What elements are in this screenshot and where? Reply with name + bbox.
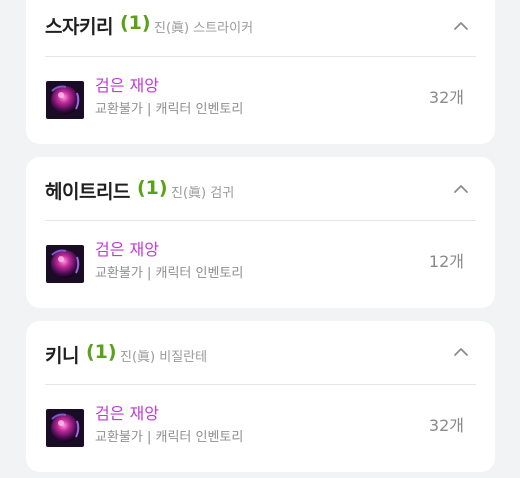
- item-row[interactable]: 검은 재앙 교환불가 | 캐릭터 인벤토리 12개: [26, 221, 495, 307]
- chevron-up-icon[interactable]: [453, 18, 469, 34]
- item-name: 검은 재앙: [95, 76, 159, 95]
- chevron-up-icon[interactable]: [453, 344, 469, 360]
- item-meta: 교환불가 | 캐릭터 인벤토리: [95, 266, 244, 281]
- character-class: 진(眞) 비질란테: [120, 350, 208, 365]
- chevron-up-icon[interactable]: [453, 181, 469, 197]
- black-calamity-orb-icon: [46, 245, 84, 283]
- black-calamity-orb-icon: [46, 81, 84, 119]
- character-header[interactable]: 키니 (1) 진(眞) 비질란테: [26, 321, 495, 384]
- character-class: 진(眞) 검귀: [171, 186, 235, 201]
- character-card: 키니 (1) 진(眞) 비질란테 검은 재앙 교환불가 | 캐릭터 인벤토리 3…: [26, 321, 495, 472]
- item-meta: 교환불가 | 캐릭터 인벤토리: [95, 430, 244, 445]
- item-name: 검은 재앙: [95, 240, 159, 259]
- character-item-count: (1): [137, 177, 168, 199]
- character-name: 헤이트리드: [45, 181, 130, 203]
- item-meta: 교환불가 | 캐릭터 인벤토리: [95, 102, 244, 117]
- item-row[interactable]: 검은 재앙 교환불가 | 캐릭터 인벤토리 32개: [26, 385, 495, 471]
- character-item-count: (1): [120, 12, 151, 34]
- character-card: 스자키리 (1) 진(眞) 스트라이커 검은 재앙 교환불가 | 캐릭터 인벤토…: [26, 0, 495, 144]
- item-quantity: 32개: [428, 88, 464, 107]
- item-row[interactable]: 검은 재앙 교환불가 | 캐릭터 인벤토리 32개: [26, 57, 495, 143]
- black-calamity-orb-icon: [46, 409, 84, 447]
- item-quantity: 32개: [428, 416, 464, 435]
- item-name: 검은 재앙: [95, 404, 159, 423]
- character-class: 진(眞) 스트라이커: [154, 21, 254, 36]
- character-item-count: (1): [86, 341, 117, 363]
- character-name: 스자키리: [45, 16, 113, 38]
- item-quantity: 12개: [428, 252, 464, 271]
- character-header[interactable]: 스자키리 (1) 진(眞) 스트라이커: [26, 0, 495, 49]
- character-header[interactable]: 헤이트리드 (1) 진(眞) 검귀: [26, 157, 495, 220]
- character-name: 키니: [45, 345, 79, 367]
- character-card: 헤이트리드 (1) 진(眞) 검귀 검은 재앙 교환불가 | 캐릭터 인벤토리 …: [26, 157, 495, 308]
